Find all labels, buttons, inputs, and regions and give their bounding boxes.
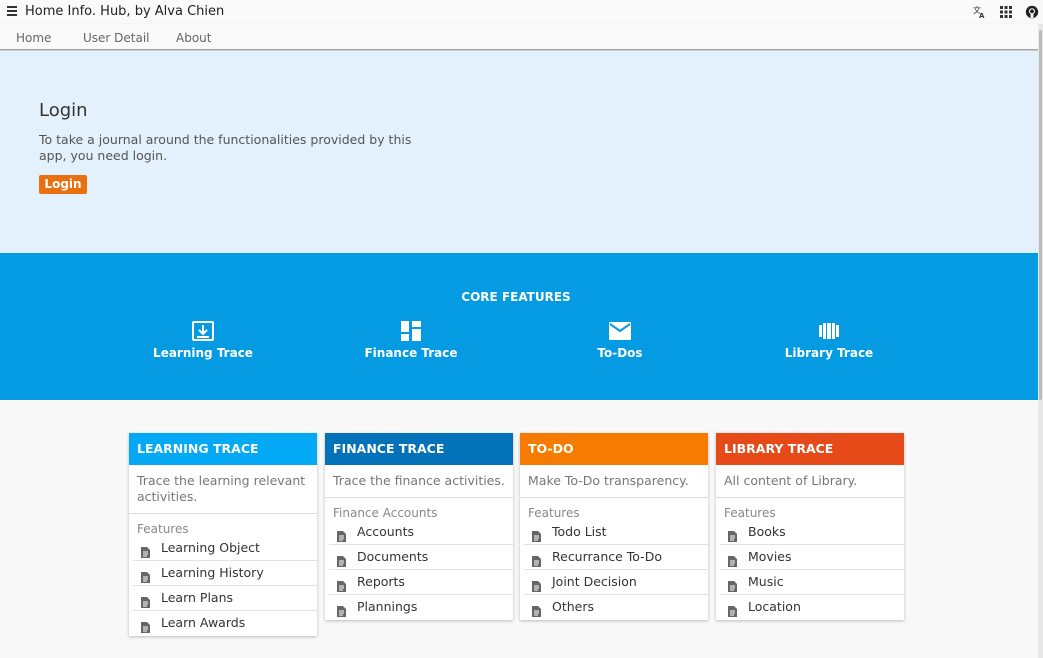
core-features-title: CORE FEATURES — [461, 290, 571, 304]
card-subheader: Features — [137, 522, 189, 536]
list-item-music[interactable]: Music — [720, 570, 904, 595]
list-item-plannings[interactable]: Plannings — [329, 595, 513, 620]
list-item-label: Learning Object — [161, 540, 260, 555]
card-finance-trace: FINANCE TRACE Trace the finance activiti… — [325, 433, 513, 620]
feature-label: Finance Trace — [364, 346, 458, 360]
card-list: Accounts Documents Reports Plannings — [325, 520, 513, 620]
apps-grid-icon[interactable] — [998, 4, 1014, 20]
card-subheader: Finance Accounts — [333, 506, 438, 520]
list-item-location[interactable]: Location — [720, 595, 904, 620]
tab-user-detail[interactable]: User Detail — [83, 31, 150, 45]
download-box-icon — [123, 321, 283, 341]
svg-text:A: A — [979, 12, 985, 19]
list-item-label: Accounts — [357, 524, 414, 539]
tab-home[interactable]: Home — [16, 31, 51, 45]
login-panel: Login To take a journal around the funct… — [0, 51, 1038, 253]
list-item-books[interactable]: Books — [720, 520, 904, 545]
card-list: Learning Object Learning History Learn P… — [129, 536, 317, 636]
mail-icon — [540, 321, 700, 341]
list-item-label: Books — [748, 524, 786, 539]
card-description: Make To-Do transparency. — [520, 465, 708, 498]
card-title: FINANCE TRACE — [325, 433, 513, 465]
card-description: Trace the learning relevant activities. — [129, 465, 317, 514]
list-item-label: Learn Awards — [161, 615, 246, 630]
list-item-others[interactable]: Others — [524, 595, 708, 620]
card-title: LIBRARY TRACE — [716, 433, 904, 465]
list-item-label: Movies — [748, 549, 792, 564]
login-button[interactable]: Login — [39, 175, 87, 194]
list-item-label: Location — [748, 599, 801, 614]
card-learning-trace: LEARNING TRACE Trace the learning releva… — [129, 433, 317, 636]
card-list: Books Movies Music Location — [716, 520, 904, 620]
document-icon — [337, 601, 346, 625]
login-heading: Login — [39, 100, 88, 121]
nav-tabs: Home User Detail About — [0, 24, 1040, 50]
list-item-label: Music — [748, 574, 784, 589]
card-description: All content of Library. — [716, 465, 904, 498]
list-item-label: Reports — [357, 574, 405, 589]
menu-icon[interactable] — [7, 6, 17, 16]
list-item-learn-awards[interactable]: Learn Awards — [133, 611, 317, 636]
list-item-reports[interactable]: Reports — [329, 570, 513, 595]
card-title: LEARNING TRACE — [129, 433, 317, 465]
dashboard-icon — [331, 321, 491, 341]
list-item-label: Plannings — [357, 599, 418, 614]
card-library-trace: LIBRARY TRACE All content of Library. Fe… — [716, 433, 904, 620]
card-to-do: TO-DO Make To-Do transparency. Features … — [520, 433, 708, 620]
tab-about[interactable]: About — [176, 31, 211, 45]
list-item-label: Todo List — [552, 524, 607, 539]
core-features-section: CORE FEATURES Learning Trace Finance Tra… — [0, 253, 1038, 400]
card-list: Todo List Recurrance To-Do Joint Decisio… — [520, 520, 708, 620]
card-description: Trace the finance activities. — [325, 465, 513, 498]
list-item-label: Learning History — [161, 565, 264, 580]
feature-label: Library Trace — [784, 346, 874, 360]
list-item-movies[interactable]: Movies — [720, 545, 904, 570]
list-item-label: Joint Decision — [552, 574, 637, 589]
translate-icon[interactable]: 文A — [972, 4, 988, 20]
list-item-label: Recurrance To-Do — [552, 549, 662, 564]
scrollbar-thumb[interactable] — [1039, 30, 1042, 400]
list-item-accounts[interactable]: Accounts — [329, 520, 513, 545]
list-item-label: Others — [552, 599, 595, 614]
card-subheader: Features — [724, 506, 776, 520]
feature-finance-trace[interactable]: Finance Trace — [331, 321, 491, 360]
feature-learning-trace[interactable]: Learning Trace — [123, 321, 283, 360]
list-item-label: Learn Plans — [161, 590, 234, 605]
toolbar-actions: 文A — [962, 3, 1040, 21]
feature-to-dos[interactable]: To-Dos — [540, 321, 700, 360]
card-subheader: Features — [528, 506, 580, 520]
list-item-learning-object[interactable]: Learning Object — [133, 536, 317, 561]
list-item-learning-history[interactable]: Learning History — [133, 561, 317, 586]
list-item-documents[interactable]: Documents — [329, 545, 513, 570]
document-icon — [728, 601, 737, 625]
feature-library-trace[interactable]: Library Trace — [749, 321, 909, 360]
document-icon — [532, 601, 541, 625]
list-item-joint-decision[interactable]: Joint Decision — [524, 570, 708, 595]
list-item-label: Documents — [357, 549, 429, 564]
library-columns-icon — [749, 321, 909, 341]
list-item-recurrance-to-do[interactable]: Recurrance To-Do — [524, 545, 708, 570]
app-title: Home Info. Hub, by Alva Chien — [25, 4, 225, 19]
feature-label: To-Dos — [597, 346, 643, 360]
top-toolbar: Home Info. Hub, by Alva Chien 文A — [0, 0, 1040, 24]
document-icon — [141, 617, 150, 641]
login-description: To take a journal around the functionali… — [39, 132, 412, 163]
list-item-todo-list[interactable]: Todo List — [524, 520, 708, 545]
github-icon[interactable] — [1024, 4, 1040, 20]
list-item-learn-plans[interactable]: Learn Plans — [133, 586, 317, 611]
card-title: TO-DO — [520, 433, 708, 465]
feature-label: Learning Trace — [153, 346, 253, 360]
